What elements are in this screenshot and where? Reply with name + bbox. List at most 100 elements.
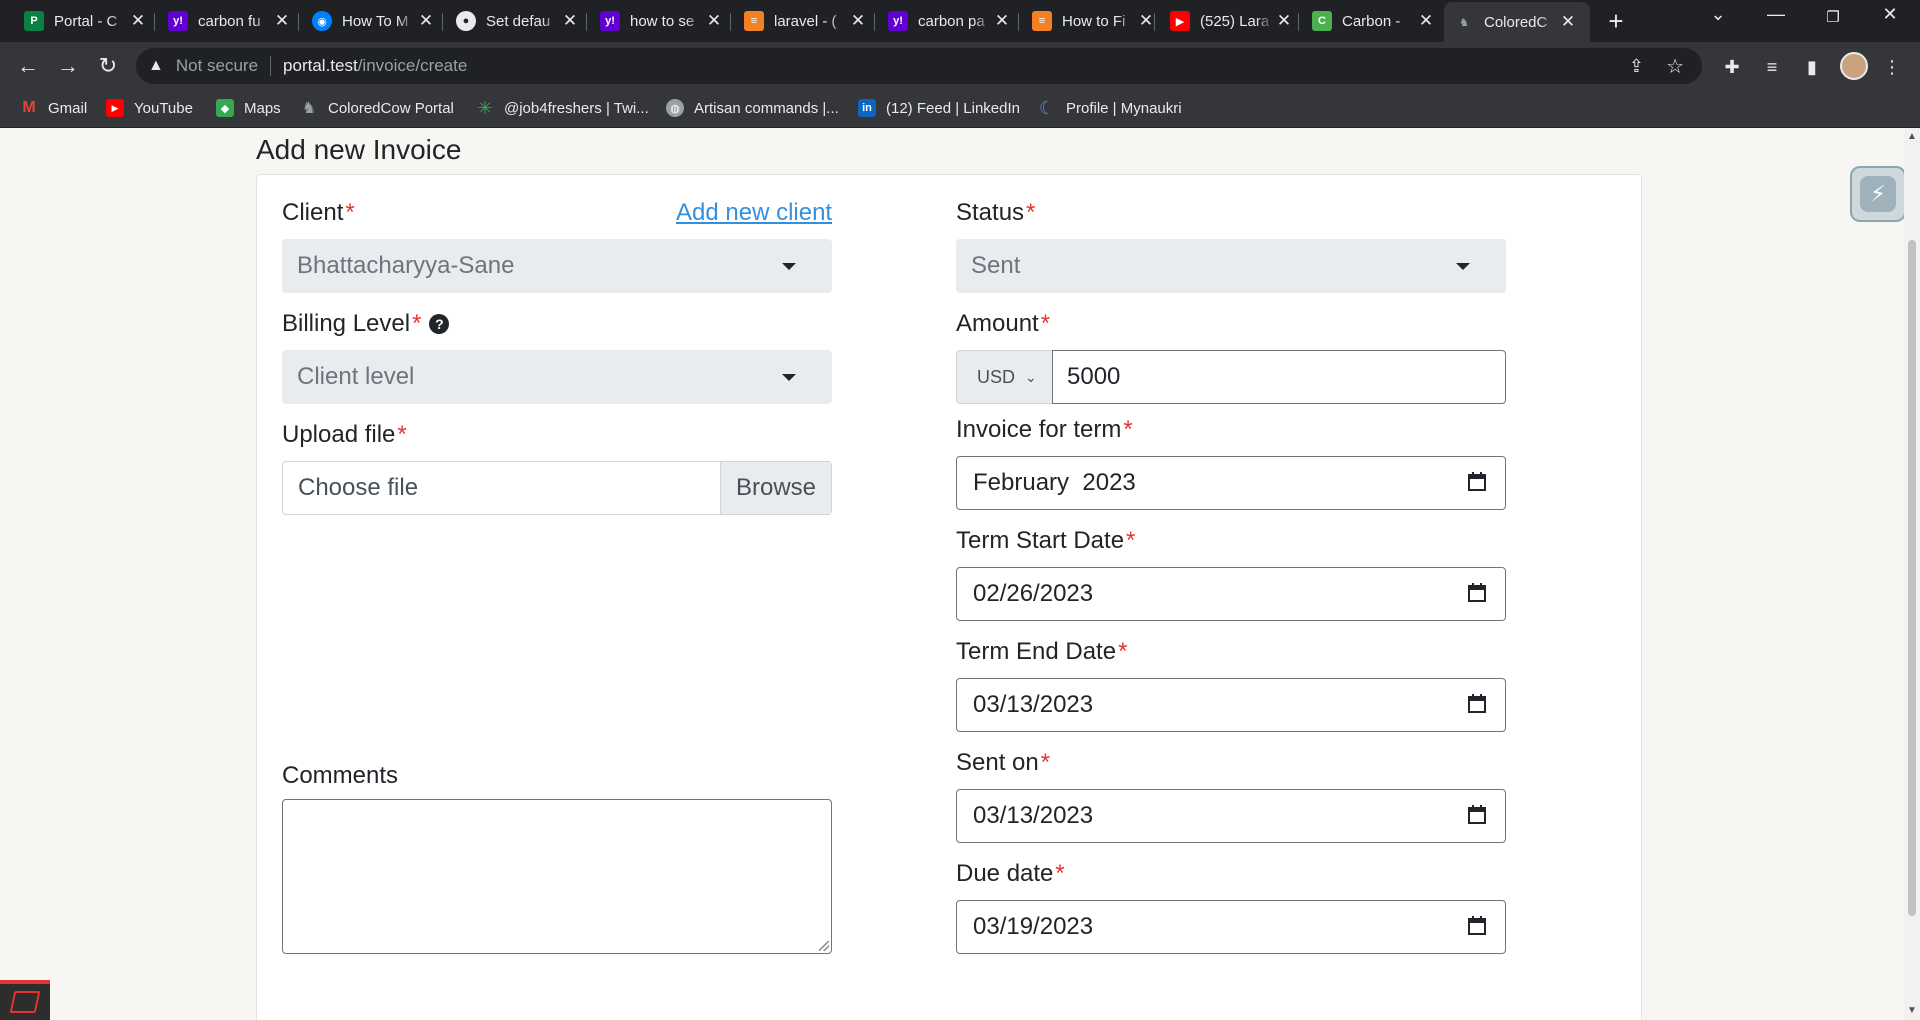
browser-tab[interactable]: ≡ laravel - ( ✕ <box>744 6 868 36</box>
invoice-term-label-text: Invoice for term <box>956 416 1122 443</box>
browser-tab[interactable]: C Carbon - ✕ <box>1312 6 1436 36</box>
back-icon[interactable]: ← <box>16 54 40 78</box>
choose-file-text[interactable]: Choose file <box>283 474 720 502</box>
close-icon[interactable]: ✕ <box>992 11 1012 31</box>
close-icon[interactable]: ✕ <box>560 11 580 31</box>
bookmark-artisan-commands[interactable]: ◍ Artisan commands |... <box>666 99 839 117</box>
share-icon[interactable]: ⇪ <box>1629 56 1644 77</box>
client-select[interactable]: Bhattacharyya-Sane <box>282 239 832 293</box>
comments-textarea[interactable] <box>282 799 832 954</box>
browser-tab[interactable]: y! how to se ✕ <box>600 6 724 36</box>
close-icon[interactable]: ✕ <box>1274 11 1294 31</box>
youtube-icon: ▶ <box>1170 11 1190 31</box>
browser-tab[interactable]: ◉ How To M ✕ <box>312 6 436 36</box>
security-label[interactable]: Not secure <box>176 56 258 76</box>
amount-input[interactable]: 5000 <box>1052 350 1506 404</box>
address-bar[interactable]: ▲ Not secure portal.test /invoice/create… <box>136 48 1702 84</box>
browser-tab[interactable]: ▶ (525) Lara ✕ <box>1170 6 1294 36</box>
bookmark-maps[interactable]: ◆ Maps <box>216 99 281 117</box>
due-date-input[interactable]: 03/19/2023 <box>956 900 1506 954</box>
bookmark-linkedin[interactable]: in (12) Feed | LinkedIn <box>858 99 1020 117</box>
browser-tab[interactable]: ≡ How to Fi ✕ <box>1032 6 1156 36</box>
bookmark-label: @job4freshers | Twi... <box>504 99 649 117</box>
term-end-date-input[interactable]: 03/13/2023 <box>956 678 1506 732</box>
browse-button[interactable]: Browse <box>720 462 831 514</box>
page-scrollbar[interactable]: ▲ ▼ <box>1904 128 1920 1020</box>
tab-title: How To M <box>342 12 409 30</box>
status-select[interactable]: Sent <box>956 239 1506 293</box>
required-marker: * <box>412 310 422 337</box>
url-path[interactable]: /invoice/create <box>358 56 468 76</box>
bookmark-gmail[interactable]: M Gmail <box>20 99 87 117</box>
upload-file-input[interactable]: Choose file Browse <box>282 461 832 515</box>
new-tab-button[interactable]: + <box>1601 6 1631 36</box>
media-control-icon[interactable]: ≡ <box>1760 55 1784 79</box>
reload-icon[interactable]: ↻ <box>96 54 120 78</box>
calendar-icon[interactable] <box>1467 916 1487 936</box>
browser-tab[interactable]: ● Set defau ✕ <box>456 6 580 36</box>
browser-tab[interactable]: y! carbon pa ✕ <box>888 6 1012 36</box>
browser-tab[interactable]: y! carbon fu ✕ <box>168 6 292 36</box>
window-close-icon[interactable]: ✕ <box>1870 4 1910 25</box>
scroll-down-icon[interactable]: ▼ <box>1907 1006 1917 1016</box>
close-icon[interactable]: ✕ <box>272 11 292 31</box>
status-select-value: Sent <box>971 252 1021 279</box>
calendar-icon[interactable] <box>1467 694 1487 714</box>
page-viewport: Add new Invoice Client* Add new client B… <box>0 128 1904 1020</box>
minimize-icon[interactable]: — <box>1756 4 1796 25</box>
close-icon[interactable]: ✕ <box>1416 11 1436 31</box>
yahoo-icon: y! <box>888 11 908 31</box>
menu-kebab-icon[interactable]: ⋮ <box>1880 55 1904 79</box>
caret-down-icon <box>782 263 796 270</box>
browser-tab-active[interactable]: ♞ ColoredC ✕ <box>1444 2 1590 42</box>
portal-icon: P <box>24 11 44 31</box>
sent-on-label: Sent on* <box>956 749 1050 777</box>
bookmark-label: YouTube <box>134 99 193 117</box>
lightning-icon: ⚡ <box>1860 176 1896 212</box>
sent-on-label-text: Sent on <box>956 749 1039 776</box>
close-icon[interactable]: ✕ <box>1136 11 1156 31</box>
upload-file-label-text: Upload file <box>282 421 396 448</box>
required-marker: * <box>1123 416 1133 443</box>
tab-search-icon[interactable]: ⌄ <box>1698 4 1738 25</box>
close-icon[interactable]: ✕ <box>416 11 436 31</box>
add-new-client-link[interactable]: Add new client <box>676 199 832 227</box>
close-icon[interactable]: ✕ <box>704 11 724 31</box>
laravel-debugbar-button[interactable] <box>0 980 50 1020</box>
bookmark-youtube[interactable]: ▶ YouTube <box>106 99 193 117</box>
resize-handle-icon[interactable] <box>819 941 829 951</box>
bookmark-mynaukri[interactable]: ☾ Profile | Mynaukri <box>1038 98 1182 118</box>
tab-title: How to Fi <box>1062 12 1126 30</box>
floating-widget-button[interactable]: ⚡ <box>1850 166 1906 222</box>
bookmark-coloredcow-portal[interactable]: ♞ ColoredCow Portal <box>300 99 454 118</box>
close-icon[interactable]: ✕ <box>848 11 868 31</box>
close-icon[interactable]: ✕ <box>128 11 148 31</box>
avatar[interactable] <box>1840 52 1868 80</box>
extensions-icon[interactable]: ✚ <box>1720 55 1744 79</box>
tab-separator <box>298 13 299 31</box>
warning-icon[interactable]: ▲ <box>148 57 164 75</box>
side-panel-icon[interactable]: ▮ <box>1800 55 1824 79</box>
bookmark-job4freshers[interactable]: ✳ @job4freshers | Twi... <box>476 98 649 118</box>
term-start-date-input[interactable]: 02/26/2023 <box>956 567 1506 621</box>
due-date-value: 03/19/2023 <box>973 913 1094 940</box>
tab-separator <box>874 13 875 31</box>
billing-level-label: Billing Level*? <box>282 310 450 338</box>
bookmark-label: Gmail <box>48 99 88 117</box>
invoice-term-input[interactable]: February 2023 <box>956 456 1506 510</box>
scrollbar-thumb[interactable] <box>1908 240 1916 916</box>
close-icon[interactable]: ✕ <box>1558 12 1578 32</box>
forward-icon[interactable]: → <box>56 54 80 78</box>
billing-level-select[interactable]: Client level <box>282 350 832 404</box>
sent-on-date-input[interactable]: 03/13/2023 <box>956 789 1506 843</box>
calendar-icon[interactable] <box>1467 805 1487 825</box>
restore-icon[interactable]: ❐ <box>1813 8 1853 26</box>
calendar-icon[interactable] <box>1467 472 1487 492</box>
bookmark-star-icon[interactable]: ☆ <box>1666 54 1684 79</box>
help-icon[interactable]: ? <box>429 314 450 334</box>
url-host[interactable]: portal.test <box>283 56 358 76</box>
currency-select[interactable]: USD ⌄ <box>956 350 1053 404</box>
scroll-up-icon[interactable]: ▲ <box>1907 132 1917 142</box>
browser-tab[interactable]: P Portal - C ✕ <box>24 6 148 36</box>
calendar-icon[interactable] <box>1467 583 1487 603</box>
